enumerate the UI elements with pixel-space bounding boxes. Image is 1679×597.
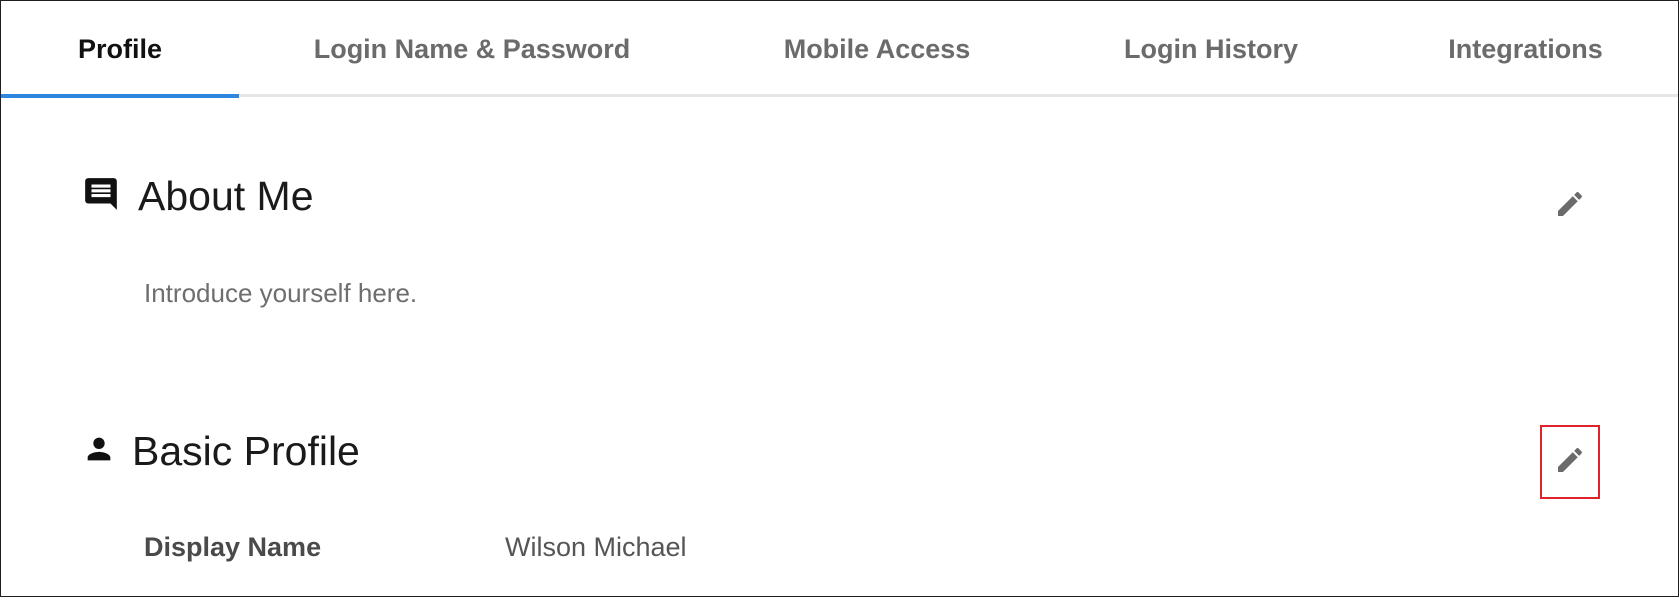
tab-login-history[interactable]: Login History xyxy=(1049,1,1373,97)
basic-profile-header: Basic Profile xyxy=(82,428,360,475)
active-tab-indicator xyxy=(1,94,239,98)
tab-integrations[interactable]: Integrations xyxy=(1373,1,1678,97)
basic-profile-edit-button[interactable] xyxy=(1540,425,1600,499)
about-me-edit-button[interactable] xyxy=(1540,169,1600,243)
pencil-icon xyxy=(1554,444,1586,481)
tab-bar: Profile Login Name & Password Mobile Acc… xyxy=(1,1,1678,98)
about-me-header: About Me xyxy=(82,173,314,220)
basic-profile-title: Basic Profile xyxy=(132,428,360,474)
tab-profile[interactable]: Profile xyxy=(1,1,239,97)
display-name-value: Wilson Michael xyxy=(505,532,687,562)
pencil-icon xyxy=(1554,188,1586,225)
tab-login-name-password[interactable]: Login Name & Password xyxy=(239,1,705,97)
about-me-title: About Me xyxy=(138,173,314,219)
person-icon xyxy=(82,432,116,471)
comment-icon xyxy=(82,175,120,218)
display-name-label: Display Name xyxy=(144,532,322,562)
profile-page: Profile Login Name & Password Mobile Acc… xyxy=(0,0,1679,597)
about-me-placeholder: Introduce yourself here. xyxy=(144,278,418,308)
tab-mobile-access[interactable]: Mobile Access xyxy=(705,1,1049,97)
